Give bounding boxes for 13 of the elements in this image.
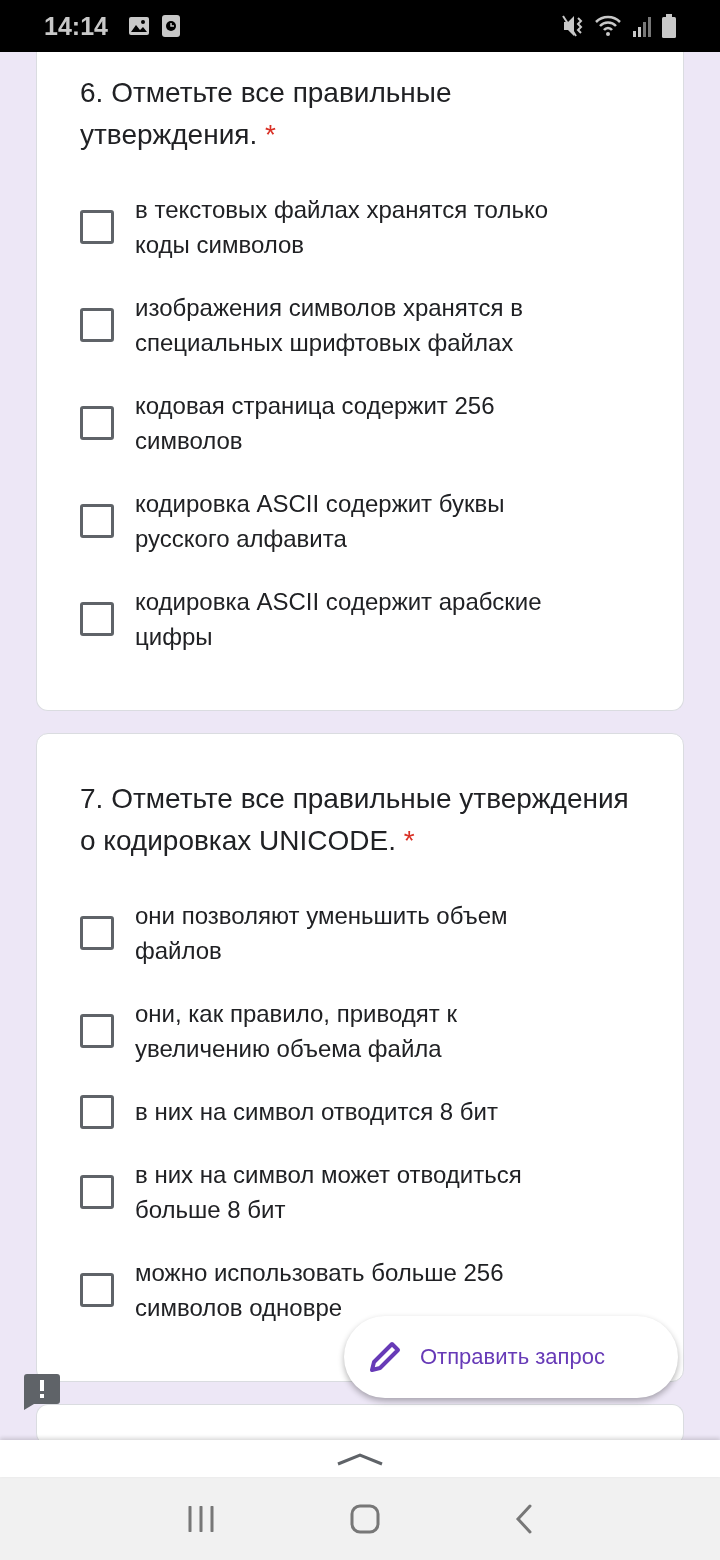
option-label: кодировка ASCII содержит арабские цифры (135, 587, 543, 652)
option-label: они, как правило, приводят к увеличению объема файла (135, 999, 458, 1064)
option-label: изображения символов хранятся в специальных шрифтовых файлах (135, 293, 524, 358)
option-label: в них на символ может отводиться больше 8 бит (135, 1160, 523, 1225)
option-label: кодовая страница содержит 256 символов (135, 391, 496, 456)
question-title: 7. Отметьте все правильные утверждения о кодировках UNICODE. * (80, 782, 630, 858)
status-time: 14:14 (44, 11, 108, 41)
option-label: в текстовых файлах хранятся только коды символов (135, 195, 549, 260)
submit-button[interactable]: Отправить запрос (344, 1316, 678, 1398)
option-label: в них на символ отводится 8 бит (135, 1097, 498, 1127)
question-title: 6. Отметьте все правильные утверждения. * (80, 76, 453, 152)
option-label: они позволяют уменьшить объем файлов (135, 901, 509, 966)
option-label: кодировка ASCII содержит буквы русского алфавита (135, 489, 506, 554)
